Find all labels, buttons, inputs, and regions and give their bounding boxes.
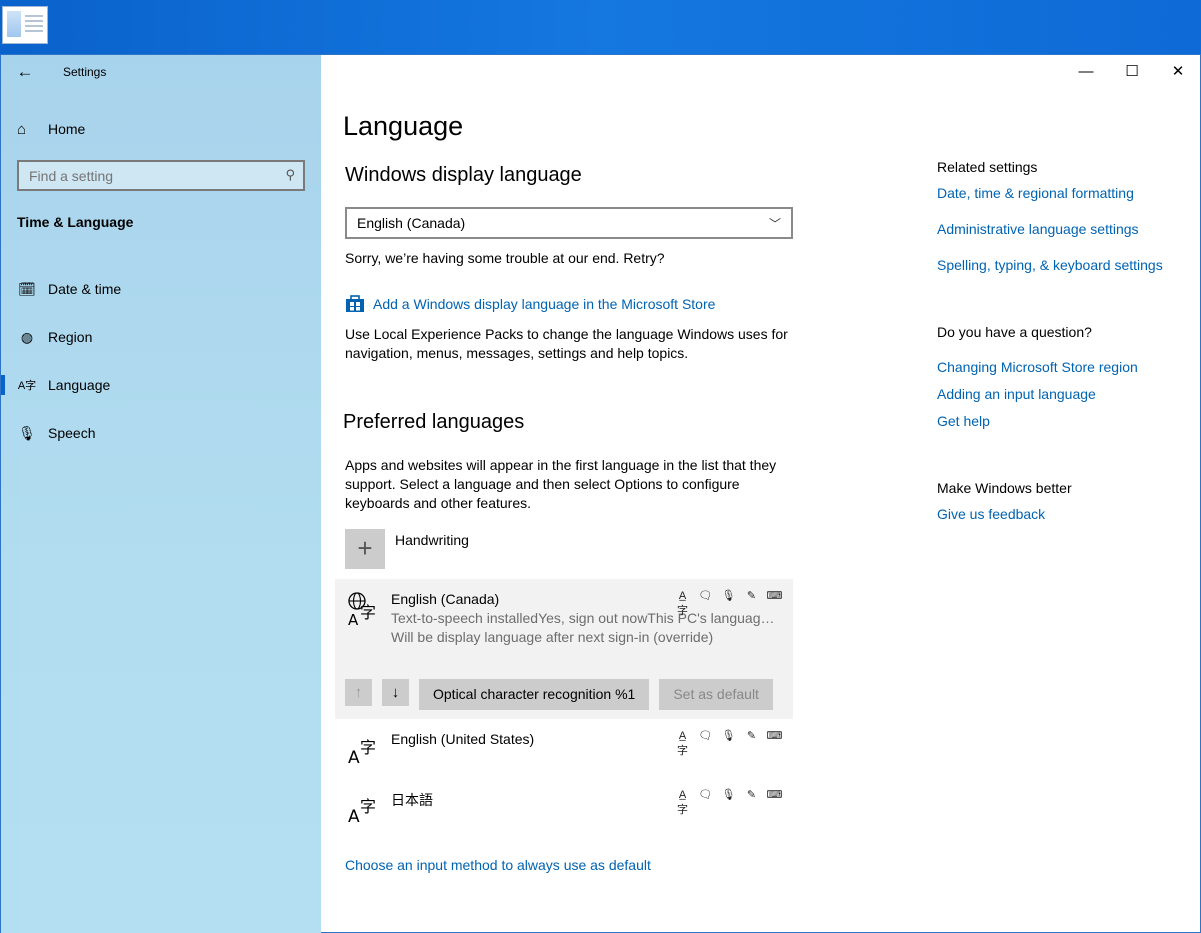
calendar-clock-icon: 🗓 [18,280,36,297]
feedback-link[interactable]: Give us feedback [937,506,1197,522]
back-arrow-icon[interactable]: ← [11,61,39,83]
svg-text:字: 字 [360,738,376,757]
language-actions: ↑ ↓ Optical character recognition %1 Set… [345,679,783,710]
related-link-spelling[interactable]: Spelling, typing, & keyboard settings [937,257,1197,273]
move-down-button[interactable]: ↓ [382,679,409,706]
preferred-description: Apps and websites will appear in the fir… [345,457,777,511]
related-heading: Related settings [937,159,1038,175]
main-content: — ☐ ✕ Language Windows display language … [321,55,1201,933]
error-message: Sorry, we’re having some trouble at our … [345,250,665,266]
display-language-heading: Windows display language [345,164,582,186]
sidebar-item-speech[interactable]: 🎙 Speech [1,409,321,457]
search-icon[interactable]: ⚲ [285,167,295,183]
store-bag-icon [345,295,365,313]
display-language-icon: A̲字 [677,789,688,816]
dropdown-value: English (Canada) [357,215,466,231]
search-box: ⚲ [17,160,305,191]
globe-icon: ◍ [20,328,34,345]
minimize-icon[interactable]: — [1063,55,1109,89]
text-to-speech-icon: 🗨 [698,789,713,801]
related-link-date-time[interactable]: Date, time & regional formatting [937,185,1197,201]
handwriting-icon: ✎ [746,789,757,801]
desktop-shortcut-icon[interactable] [2,6,48,44]
help-link-get-help[interactable]: Get help [937,413,1197,429]
language-item-japanese[interactable]: A字 日本語 A̲字 🗨 🎙 ✎ ⌨ [335,778,793,836]
language-name: English (United States) [391,731,535,747]
window-controls: — ☐ ✕ [1063,55,1201,89]
sidebar-item-region[interactable]: ◍ Region [1,313,321,361]
sidebar-item-label: Date & time [48,281,122,297]
svg-text:A: A [348,611,359,627]
ocr-options-button[interactable]: Optical character recognition %1 [419,679,650,710]
language-name: 日本語 [391,792,433,808]
speech-icon: 🎙 [721,789,736,801]
language-globe-icon: A字 [347,591,381,629]
language-glyph-icon: A字 [347,792,381,828]
sidebar-item-label: Language [48,377,111,393]
home-nav-item[interactable]: ⌂ Home [17,119,85,139]
capability-icons: A̲字 🗨 🎙 ✎ ⌨ [674,729,783,757]
sidebar-item-label: Region [48,329,93,345]
move-up-button[interactable]: ↑ [345,679,372,706]
help-link-store-region[interactable]: Changing Microsoft Store region [937,359,1197,375]
store-link[interactable]: Add a Windows display language in the Mi… [345,295,715,313]
capability-icons: A̲字 🗨 🎙 ✎ ⌨ [674,788,783,816]
related-link-admin-language[interactable]: Administrative language settings [937,221,1197,237]
question-heading: Do you have a question? [937,324,1092,340]
language-note: Will be display language after next sign… [391,629,714,645]
set-default-button[interactable]: Set as default [659,679,773,710]
store-description: Use Local Experience Packs to change the… [345,326,788,361]
sidebar-nav: 🗓 Date & time ◍ Region A字 Language 🎙 Spe… [1,265,321,457]
home-icon: ⌂ [17,120,27,138]
display-language-dropdown[interactable]: English (Canada) ﹀ [345,207,793,239]
plus-icon: + [345,529,385,569]
language-item-english-us[interactable]: A字 English (United States) A̲字 🗨 🎙 ✎ ⌨ [335,719,793,777]
chevron-down-icon: ﹀ [768,216,781,231]
svg-text:字: 字 [360,603,376,622]
display-language-icon: A̲字 [677,730,688,757]
language-item-english-canada[interactable]: A字 English (Canada) Text-to-speech insta… [335,579,793,719]
svg-text:字: 字 [360,797,376,816]
store-link-label: Add a Windows display language in the Mi… [373,296,716,312]
input-method-link[interactable]: Choose an input method to always use as … [345,857,651,873]
microphone-icon: 🎙 [18,424,36,441]
speech-icon: 🎙 [721,730,736,742]
close-icon[interactable]: ✕ [1155,55,1201,89]
related-settings: Related settings Date, time & regional f… [937,159,1197,522]
capability-icons: A̲字 🗨 🎙 ✎ ⌨ [674,589,783,617]
add-language-label: Handwriting [395,532,469,548]
language-glyph-icon: A字 [347,733,381,769]
language-name: English (Canada) [391,591,500,607]
keyboard-icon: ⌨ [766,590,783,602]
display-language-icon: A̲字 [677,590,688,617]
sidebar-item-label: Speech [48,425,96,441]
add-language-button[interactable]: + Handwriting [345,529,469,569]
keyboard-icon: ⌨ [766,789,783,801]
speech-icon: 🎙 [721,590,736,602]
home-label: Home [48,121,86,137]
keyboard-icon: ⌨ [766,730,783,742]
titlebar: ← Settings [1,55,321,89]
better-heading: Make Windows better [937,480,1072,496]
app-title: Settings [63,65,107,79]
search-input[interactable] [19,162,303,189]
handwriting-icon: ✎ [746,730,757,742]
text-to-speech-icon: 🗨 [698,730,713,742]
page-title: Language [343,111,464,141]
help-link-input-language[interactable]: Adding an input language [937,386,1197,402]
section-title: Time & Language [17,214,134,230]
handwriting-icon: ✎ [746,590,757,602]
sidebar-item-date-time[interactable]: 🗓 Date & time [1,265,321,313]
language-icon: A字 [17,380,37,392]
text-to-speech-icon: 🗨 [698,590,713,602]
sidebar-item-language[interactable]: A字 Language [1,361,321,409]
language-status: Text-to-speech installedYes, sign out no… [391,610,781,626]
svg-text:A: A [348,748,360,768]
preferred-languages-heading: Preferred languages [343,411,525,433]
maximize-icon[interactable]: ☐ [1109,55,1155,89]
settings-window: ← Settings ⌂ Home ⚲ Time & Language 🗓 Da… [0,54,1201,933]
sidebar: ← Settings ⌂ Home ⚲ Time & Language 🗓 Da… [1,55,321,933]
svg-text:A: A [348,807,360,827]
